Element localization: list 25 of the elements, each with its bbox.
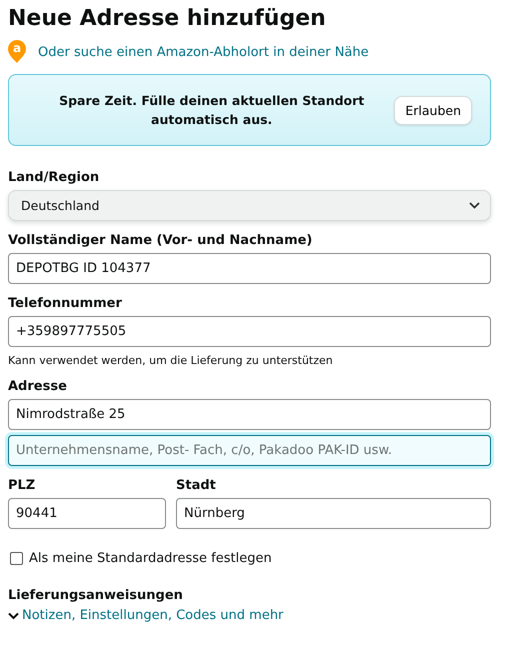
country-select[interactable]: Deutschland: [8, 190, 491, 221]
field-label: Stadt: [176, 478, 217, 493]
section-label: Lieferungsanweisungen: [8, 588, 184, 603]
text-field[interactable]: Unternehmensname, Post- Fach, c/o, Pakadoo PAK-ID usw.: [8, 435, 491, 466]
pickup-location-link[interactable]: Oder suche einen Amazon-Abholort in deiner Nähe: [38, 44, 369, 60]
location-pin-icon: a: [8, 40, 28, 64]
field-label: Telefonnummer: [8, 296, 123, 311]
delivery-instructions-link[interactable]: Notizen, Einstellungen, Codes und mehr: [8, 608, 491, 623]
checkbox[interactable]: [10, 552, 23, 565]
checkbox-label: Als meine Standardadresse festlegen: [29, 551, 272, 566]
field-label: Land/Region: [8, 170, 100, 185]
text-field[interactable]: +359897775505: [8, 316, 491, 347]
allow-button[interactable]: Erlauben: [394, 96, 472, 124]
text-field[interactable]: 90441: [8, 498, 166, 529]
text-field[interactable]: Nürnberg: [176, 498, 491, 529]
field-label: Vollständiger Name (Vor- und Nachname): [8, 233, 314, 248]
banner-message: Spare Zeit. Fülle deinen aktuellen Standort automatisch aus.: [58, 92, 366, 129]
field-label: PLZ: [8, 478, 36, 493]
field-hint: Kann verwendet werden, um die Lieferung zu unterstützen: [8, 354, 334, 367]
chevron-down-icon: [8, 612, 19, 620]
field-label: Adresse: [8, 379, 68, 394]
text-field[interactable]: Nimrodstraße 25: [8, 399, 491, 430]
text-field[interactable]: DEPOTBG ID 104377: [8, 253, 491, 284]
page-title: Neue Adresse hinzufügen: [8, 5, 327, 33]
chevron-down-icon: [469, 202, 480, 209]
